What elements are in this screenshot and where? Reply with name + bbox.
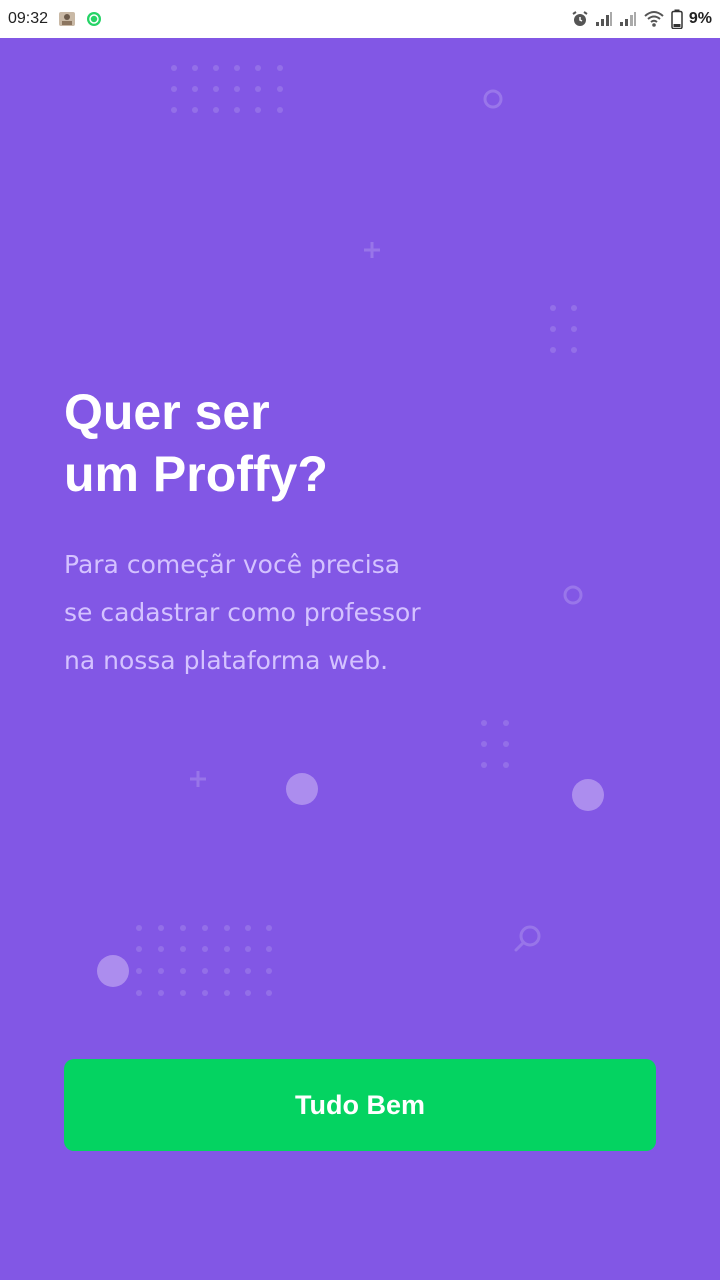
description-line: na nossa plataforma web. bbox=[64, 646, 389, 675]
description: Para começãr você precisa se cadastrar c… bbox=[64, 541, 524, 685]
page-title: Quer ser um Proffy? bbox=[64, 381, 584, 505]
alarm-icon bbox=[571, 10, 589, 28]
description-line: Para começãr você precisa bbox=[64, 550, 401, 579]
onboarding-screen: Quer ser um Proffy? Para começãr você pr… bbox=[0, 38, 720, 1280]
title-line: Quer ser bbox=[64, 384, 270, 440]
whatsapp-icon bbox=[86, 11, 102, 27]
signal-icon bbox=[595, 11, 613, 27]
battery-icon bbox=[671, 9, 683, 29]
description-line: se cadastrar como professor bbox=[64, 598, 421, 627]
signal-icon bbox=[619, 11, 637, 27]
wifi-icon bbox=[643, 10, 665, 28]
status-time: 09:32 bbox=[8, 10, 49, 27]
status-bar: 09:32 9% bbox=[0, 0, 720, 38]
notification-photo-icon bbox=[58, 10, 76, 28]
title-line: um Proffy? bbox=[64, 446, 328, 502]
battery-percent: 9% bbox=[688, 10, 712, 27]
ok-button[interactable]: Tudo Bem bbox=[64, 1059, 656, 1151]
